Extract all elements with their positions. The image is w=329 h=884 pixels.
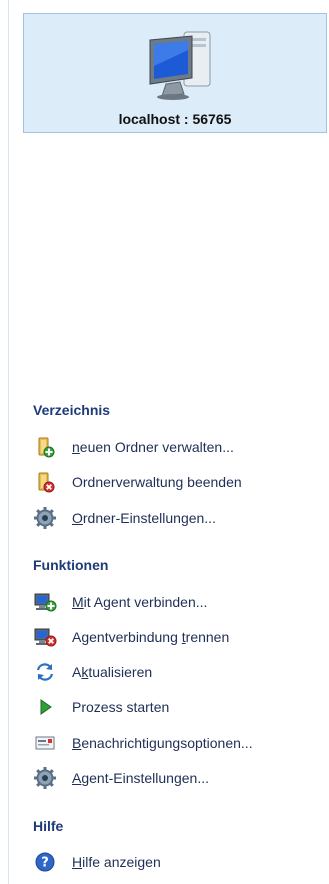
agent-settings-button[interactable]: Agent-Einstellungen... xyxy=(33,765,323,791)
help-icon: ? xyxy=(33,850,57,874)
folder-add-icon xyxy=(33,435,57,459)
refresh-icon xyxy=(33,660,57,684)
connect-computer-icon xyxy=(33,590,57,614)
folder-remove-icon xyxy=(33,470,57,494)
section-title-verzeichnis: Verzeichnis xyxy=(33,402,111,418)
actions-panel: localhost : 56765 Verzeichnis neuen Ordn… xyxy=(8,0,329,884)
section-title-funktionen: Funktionen xyxy=(33,557,109,573)
notification-icon xyxy=(33,731,57,755)
gear-icon xyxy=(33,506,57,530)
show-help-button[interactable]: ? Hilfe anzeigen xyxy=(33,849,323,875)
notification-options-button[interactable]: Benachrichtigungsoptionen... xyxy=(33,730,323,756)
svg-text:?: ? xyxy=(41,856,49,871)
stop-folder-management-button[interactable]: Ordnerverwaltung beenden xyxy=(33,469,323,495)
computer-monitor-icon xyxy=(149,31,211,100)
play-icon xyxy=(33,695,57,719)
folder-settings-button[interactable]: Ordner-Einstellungen... xyxy=(33,505,323,531)
gear-icon xyxy=(33,766,57,790)
host-card[interactable]: localhost : 56765 xyxy=(23,13,327,133)
disconnect-agent-button[interactable]: Agentverbindung trennen xyxy=(33,624,323,650)
host-label: localhost : 56765 xyxy=(118,111,232,127)
manage-folder-button[interactable]: neuen Ordner verwalten... xyxy=(33,434,323,460)
start-process-button[interactable]: Prozess starten xyxy=(33,694,323,720)
disconnect-computer-icon xyxy=(33,625,57,649)
refresh-button[interactable]: Aktualisieren xyxy=(33,659,323,685)
connect-agent-button[interactable]: Mit Agent verbinden... xyxy=(33,589,323,615)
section-title-hilfe: Hilfe xyxy=(33,818,64,834)
